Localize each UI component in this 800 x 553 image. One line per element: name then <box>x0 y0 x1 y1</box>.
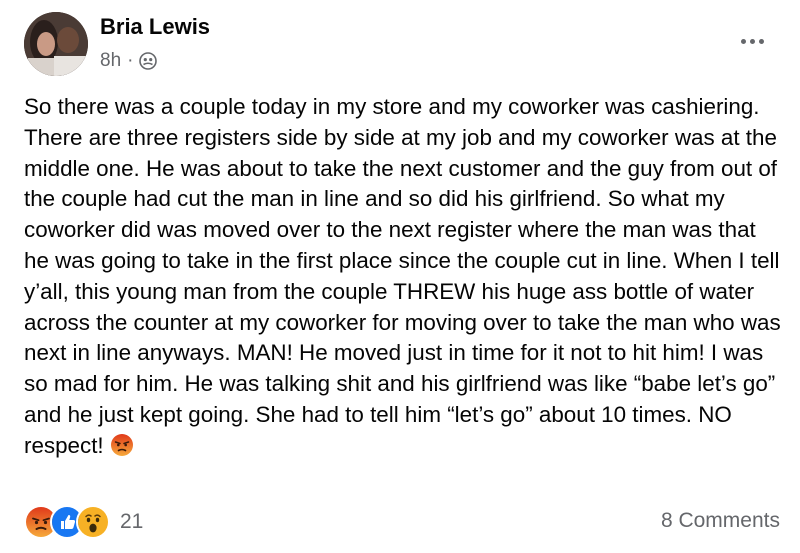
wow-reaction-icon <box>76 505 110 539</box>
comments-link[interactable]: 8 Comments <box>661 509 780 533</box>
reaction-count: 21 <box>120 510 144 533</box>
post-footer: 21 8 Comments <box>24 505 780 541</box>
author-name[interactable]: Bria Lewis <box>100 14 210 40</box>
post-body-text: So there was a couple today in my store … <box>24 94 781 458</box>
friends-icon[interactable] <box>139 52 158 70</box>
post-time[interactable]: 8h <box>100 50 121 72</box>
reactions-summary[interactable]: 21 <box>24 505 143 539</box>
more-dots-icon[interactable] <box>732 26 772 56</box>
meta-separator: · <box>127 50 134 71</box>
post-card: Bria Lewis 8h · So there was a couple to… <box>0 0 800 553</box>
angry-face-icon <box>110 433 134 466</box>
avatar[interactable] <box>24 12 88 76</box>
post-body: So there was a couple today in my store … <box>24 92 784 466</box>
post-header: Bria Lewis 8h · <box>20 12 780 82</box>
post-meta: 8h · <box>100 50 158 72</box>
